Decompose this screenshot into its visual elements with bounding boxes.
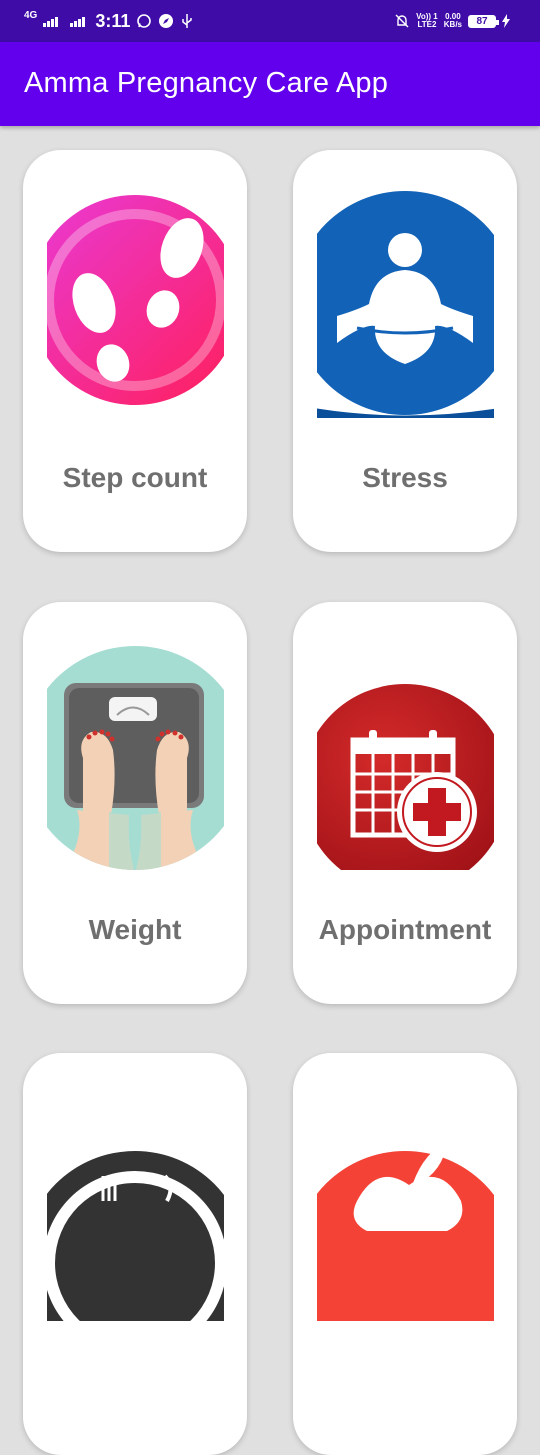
diet-card[interactable] bbox=[23, 1053, 247, 1455]
weighing-scale-icon bbox=[47, 640, 224, 870]
weight-card[interactable]: Weight bbox=[23, 602, 247, 1004]
step-count-card[interactable]: Step count bbox=[23, 150, 247, 552]
appointment-card[interactable]: Appointment bbox=[293, 602, 517, 1004]
nutrition-card[interactable] bbox=[293, 1053, 517, 1455]
weight-label: Weight bbox=[88, 914, 182, 945]
usb-icon bbox=[182, 14, 193, 28]
meditation-icon bbox=[317, 191, 494, 418]
signal-icon-2 bbox=[70, 15, 86, 27]
volte-indicator: Vo)) 1 LTE2 bbox=[416, 12, 438, 29]
network-speed: 0.00 KB/s bbox=[443, 12, 462, 29]
battery-icon: 87 bbox=[468, 14, 499, 28]
medical-calendar-icon bbox=[317, 684, 494, 870]
stress-card[interactable]: Stress bbox=[293, 150, 517, 552]
stress-label: Stress bbox=[362, 462, 448, 493]
status-bar: 4G 3:11 Vo)) 1 LTE2 0.00 KB/s 87 bbox=[0, 0, 540, 42]
whatsapp-icon bbox=[137, 14, 152, 28]
diet-plate-icon bbox=[47, 1151, 224, 1321]
app-bar: Amma Pregnancy Care App bbox=[0, 42, 540, 126]
mute-icon bbox=[395, 14, 409, 28]
clock: 3:11 bbox=[95, 10, 131, 31]
step-count-label: Step count bbox=[62, 462, 208, 493]
apple-icon bbox=[317, 1143, 494, 1321]
footsteps-icon bbox=[47, 195, 224, 405]
signal-icon bbox=[43, 15, 59, 27]
charging-icon bbox=[502, 14, 510, 28]
network-type: 4G bbox=[24, 10, 38, 21]
page-title: Amma Pregnancy Care App bbox=[24, 67, 389, 99]
compass-icon bbox=[159, 14, 174, 28]
appointment-label: Appointment bbox=[318, 914, 492, 945]
